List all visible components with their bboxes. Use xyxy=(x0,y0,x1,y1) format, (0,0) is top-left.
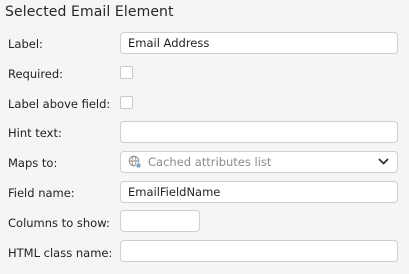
label-input[interactable]: Email Address xyxy=(120,32,398,54)
label-above-field-checkbox[interactable] xyxy=(120,96,133,109)
label-field-label: Label: xyxy=(8,37,43,51)
panel-title: Selected Email Element xyxy=(5,4,174,20)
required-label: Required: xyxy=(8,67,64,81)
hint-text-label: Hint text: xyxy=(8,126,62,140)
required-checkbox[interactable] xyxy=(120,66,133,79)
maps-to-select[interactable]: Cached attributes list xyxy=(120,151,398,173)
selected-element-panel: Selected Email Element Label: Email Addr… xyxy=(0,0,409,274)
hint-text-input[interactable] xyxy=(120,121,398,143)
maps-to-label: Maps to: xyxy=(8,156,58,170)
field-name-label: Field name: xyxy=(8,186,75,200)
columns-to-show-input[interactable] xyxy=(120,210,200,232)
globe-icon xyxy=(128,155,142,169)
html-class-name-input[interactable] xyxy=(120,240,398,262)
chevron-down-icon[interactable] xyxy=(378,158,389,166)
maps-to-placeholder: Cached attributes list xyxy=(148,155,272,169)
columns-to-show-label: Columns to show: xyxy=(8,216,110,230)
html-class-name-label: HTML class name: xyxy=(8,246,113,260)
field-name-input[interactable]: EmailFieldName xyxy=(120,181,398,203)
label-above-field-label: Label above field: xyxy=(8,97,111,111)
